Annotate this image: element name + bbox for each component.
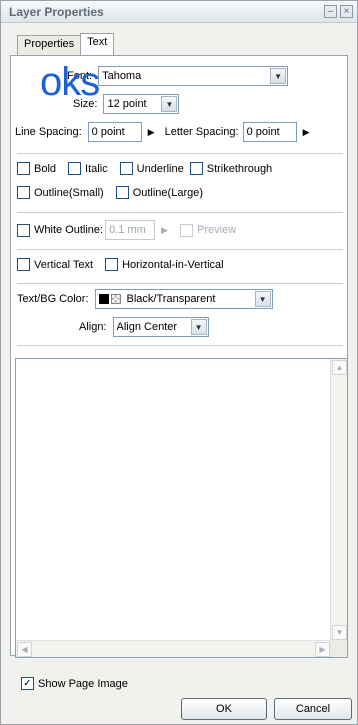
divider [17,345,343,346]
text-content-area[interactable]: ▲ ▼ ◀ ▶ [15,358,348,658]
checkbox-box [180,223,194,237]
horizontal-in-vertical-label: Horizontal-in-Vertical [122,258,224,271]
italic-checkbox[interactable]: Italic [68,162,108,175]
chevron-down-icon[interactable]: ▼ [270,68,287,84]
size-value: 12 point [107,98,147,110]
checkbox-box [189,162,203,175]
bold-label: Bold [34,162,57,175]
divider [17,283,343,284]
checkbox-box [17,162,30,175]
outline-small-checkbox[interactable]: Outline(Small) [17,186,104,199]
vertical-text-checkbox[interactable]: Vertical Text [17,258,93,271]
checkbox-box [119,162,133,175]
checkbox-box [17,223,30,237]
close-button[interactable]: × [340,5,353,18]
letter-spacing-arrow-icon[interactable]: ▶ [303,127,310,138]
chevron-down-icon[interactable]: ▼ [161,96,178,112]
strikethrough-checkbox[interactable]: Strikethrough [189,162,273,175]
white-outline-value: 0.1 mm [109,224,146,236]
transparent-swatch-icon [110,294,121,304]
letter-spacing-input[interactable]: 0 point [242,122,297,142]
outline-large-label: Outline(Large) [132,186,204,199]
letter-spacing-label: Letter Spacing: [164,126,239,138]
scrollbar-corner [330,640,347,657]
chevron-down-icon[interactable]: ▼ [254,291,271,307]
checkmark-icon: ✓ [21,677,34,690]
line-spacing-arrow-icon[interactable]: ▶ [148,127,155,138]
underline-checkbox[interactable]: Underline [119,162,184,175]
window-title: Layer Properties [9,4,104,19]
checkbox-box [115,186,129,199]
size-label: Size: [73,98,98,110]
scroll-down-icon[interactable]: ▼ [332,625,347,640]
title-bar[interactable]: Layer Properties – × [1,1,357,23]
font-select[interactable]: Tahoma ▼ [98,66,289,86]
align-select[interactable]: Align Center ▼ [112,317,209,337]
strikethrough-label: Strikethrough [206,162,273,175]
font-value: Tahoma [102,70,142,82]
size-select[interactable]: 12 point ▼ [103,94,180,114]
line-spacing-input[interactable]: 0 point [87,122,142,142]
bold-checkbox[interactable]: Bold [17,162,56,175]
ok-button[interactable]: OK [181,698,267,720]
black-swatch-icon [98,294,109,304]
italic-label: Italic [85,162,108,175]
white-outline-input[interactable]: 0.1 mm [105,220,156,240]
horizontal-scrollbar[interactable]: ◀ ▶ [16,640,331,657]
tab-bar: Properties Text [17,33,115,55]
line-spacing-label: Line Spacing: [15,126,82,138]
line-spacing-value: 0 point [91,126,125,138]
vertical-scrollbar[interactable]: ▲ ▼ [330,359,347,641]
align-value: Align Center [116,321,178,333]
chevron-down-icon[interactable]: ▼ [190,319,207,335]
align-label: Align: [79,321,107,333]
checkbox-box [17,258,30,271]
outline-small-label: Outline(Small) [34,186,104,199]
horizontal-in-vertical-checkbox[interactable]: Horizontal-in-Vertical [105,258,224,271]
tab-properties[interactable]: Properties [17,35,82,55]
white-outline-checkbox[interactable]: White Outline: [17,223,104,237]
scroll-left-icon[interactable]: ◀ [17,642,32,657]
divider [17,212,343,213]
vertical-text-label: Vertical Text [34,258,94,271]
white-outline-label: White Outline: [34,224,104,236]
scroll-up-icon[interactable]: ▲ [332,360,347,375]
checkbox-box [17,186,30,199]
font-label: Font: [67,70,93,82]
layer-properties-dialog: Layer Properties – × Properties Text Fon… [0,0,358,725]
minimize-button[interactable]: – [324,5,337,18]
divider [17,153,343,154]
white-outline-arrow-icon[interactable]: ▶ [161,225,168,236]
checkbox-box [105,258,119,271]
outline-large-checkbox[interactable]: Outline(Large) [115,186,204,199]
underline-label: Underline [136,162,184,175]
preview-label: Preview [197,224,237,236]
show-page-image-checkbox[interactable]: ✓ Show Page Image [21,677,128,690]
letter-spacing-value: 0 point [246,126,280,138]
preview-checkbox[interactable]: Preview [180,223,237,237]
tab-text[interactable]: Text [80,33,115,55]
scroll-right-icon[interactable]: ▶ [315,642,330,657]
text-bg-color-label: Text/BG Color: [17,293,89,305]
show-page-image-label: Show Page Image [38,677,128,690]
divider [17,249,343,250]
text-bg-color-value: Black/Transparent [126,293,216,305]
cancel-button[interactable]: Cancel [274,698,352,720]
checkbox-box [68,162,82,175]
text-bg-color-select[interactable]: Black/Transparent ▼ [94,289,273,309]
